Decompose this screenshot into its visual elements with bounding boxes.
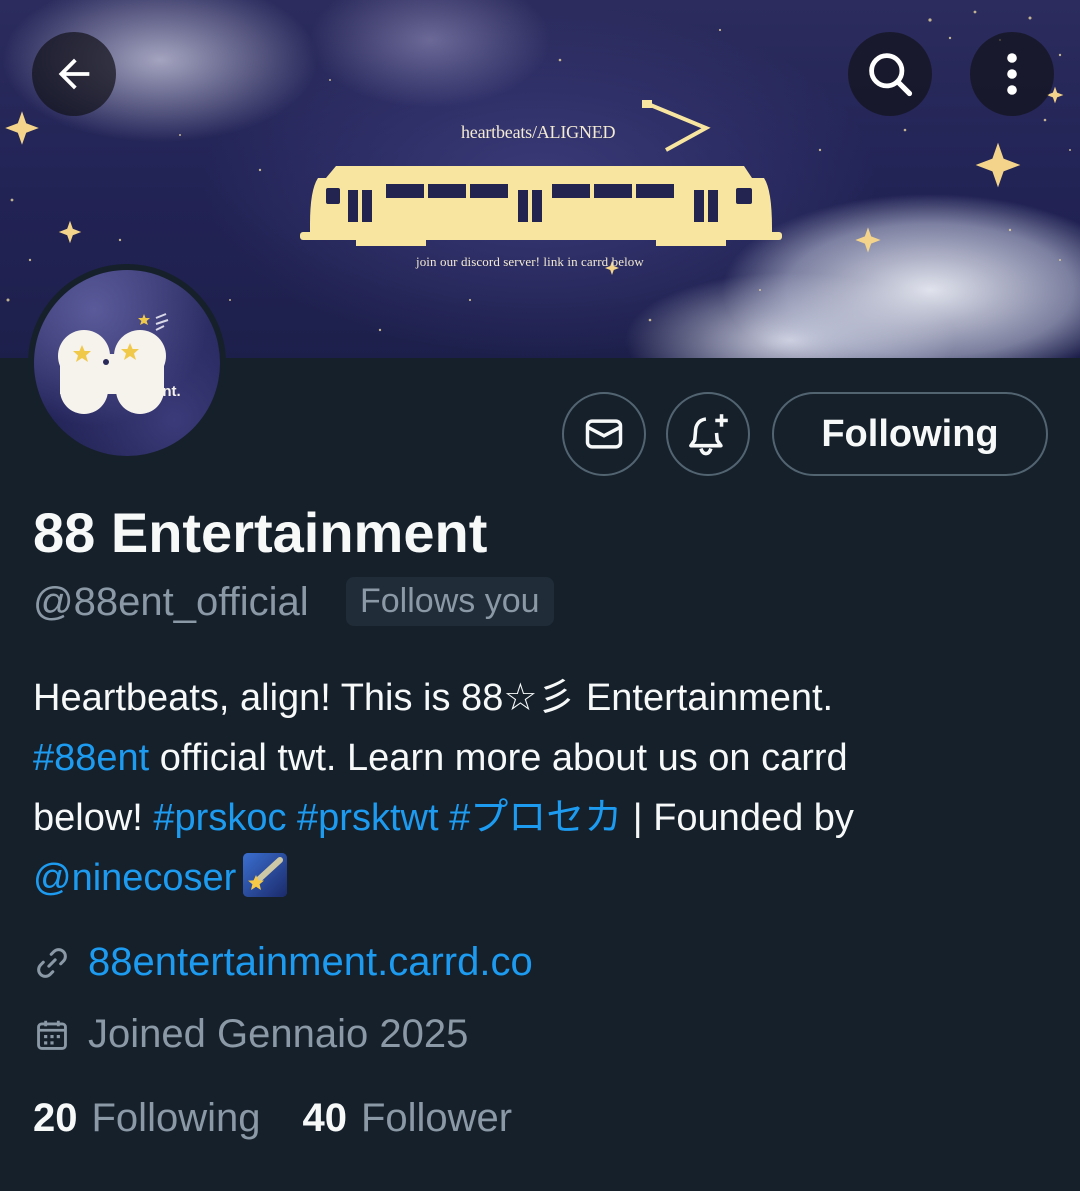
hashtag-link[interactable]: #プロセカ — [449, 797, 622, 839]
avatar-image: ent. — [34, 270, 220, 456]
bio-line-3: below! #prskoc #prsktwt #プロセカ | Founded … — [33, 788, 1053, 848]
shooting-star-icon — [243, 853, 288, 897]
joined-row: Joined Gennaio 2025 — [33, 1012, 468, 1057]
website-link[interactable]: 88entertainment.carrd.co — [88, 940, 533, 985]
hashtag-link[interactable]: #88ent — [33, 737, 149, 779]
logo-88-icon: ent. — [58, 313, 181, 414]
follower-stat[interactable]: 40 Follower — [302, 1096, 512, 1141]
following-button[interactable]: Following — [772, 392, 1048, 476]
bio-line-2: #88ent official twt. Learn more about us… — [33, 728, 1053, 788]
follows-you-badge: Follows you — [346, 577, 554, 626]
link-icon — [37, 947, 67, 978]
follower-label: Follower — [360, 1096, 513, 1140]
avatar[interactable]: ent. — [28, 264, 226, 462]
back-button[interactable] — [32, 32, 116, 116]
follower-count: 40 — [302, 1096, 347, 1140]
message-button[interactable] — [562, 392, 646, 476]
more-vertical-icon — [1007, 53, 1017, 95]
bio-line-4: @ninecoser — [33, 848, 1053, 908]
bio: Heartbeats, align! This is 88☆彡 Entertai… — [33, 668, 1053, 908]
hashtag-link[interactable]: #prskoc — [153, 797, 286, 839]
handle: @88ent_official — [33, 580, 309, 624]
following-label: Following — [91, 1096, 261, 1140]
website-row: 88entertainment.carrd.co — [33, 940, 533, 985]
mail-icon — [585, 419, 623, 449]
bio-line-1: Heartbeats, align! This is 88☆彡 Entertai… — [33, 677, 834, 719]
bell-plus-icon — [689, 414, 728, 456]
bio-text: below! — [33, 797, 154, 839]
notifications-button[interactable] — [666, 392, 750, 476]
follow-stats: 20 Following 40 Follower — [33, 1096, 512, 1141]
search-button[interactable] — [848, 32, 932, 116]
following-stat[interactable]: 20 Following — [33, 1096, 260, 1141]
logo-sub: ent. — [154, 383, 181, 400]
calendar-icon — [37, 1020, 67, 1050]
bio-text: | Founded by — [622, 797, 854, 839]
hashtag-link[interactable]: #prsktwt — [297, 797, 438, 839]
arrow-left-icon — [58, 58, 90, 90]
following-count: 20 — [33, 1096, 78, 1140]
joined-date: Joined Gennaio 2025 — [88, 1012, 469, 1056]
banner-caption: join our discord server! link in carrd b… — [416, 254, 644, 269]
tram-illustration: heartbeats/ALIGNED join our discord serv… — [296, 100, 786, 280]
search-icon — [869, 53, 913, 97]
tram-icon — [300, 100, 782, 246]
more-options-button[interactable] — [970, 32, 1054, 116]
display-name: 88 Entertainment — [33, 501, 488, 564]
bio-text: official twt. Learn more about us on car… — [149, 737, 848, 779]
mention-link[interactable]: @ninecoser — [33, 857, 236, 899]
